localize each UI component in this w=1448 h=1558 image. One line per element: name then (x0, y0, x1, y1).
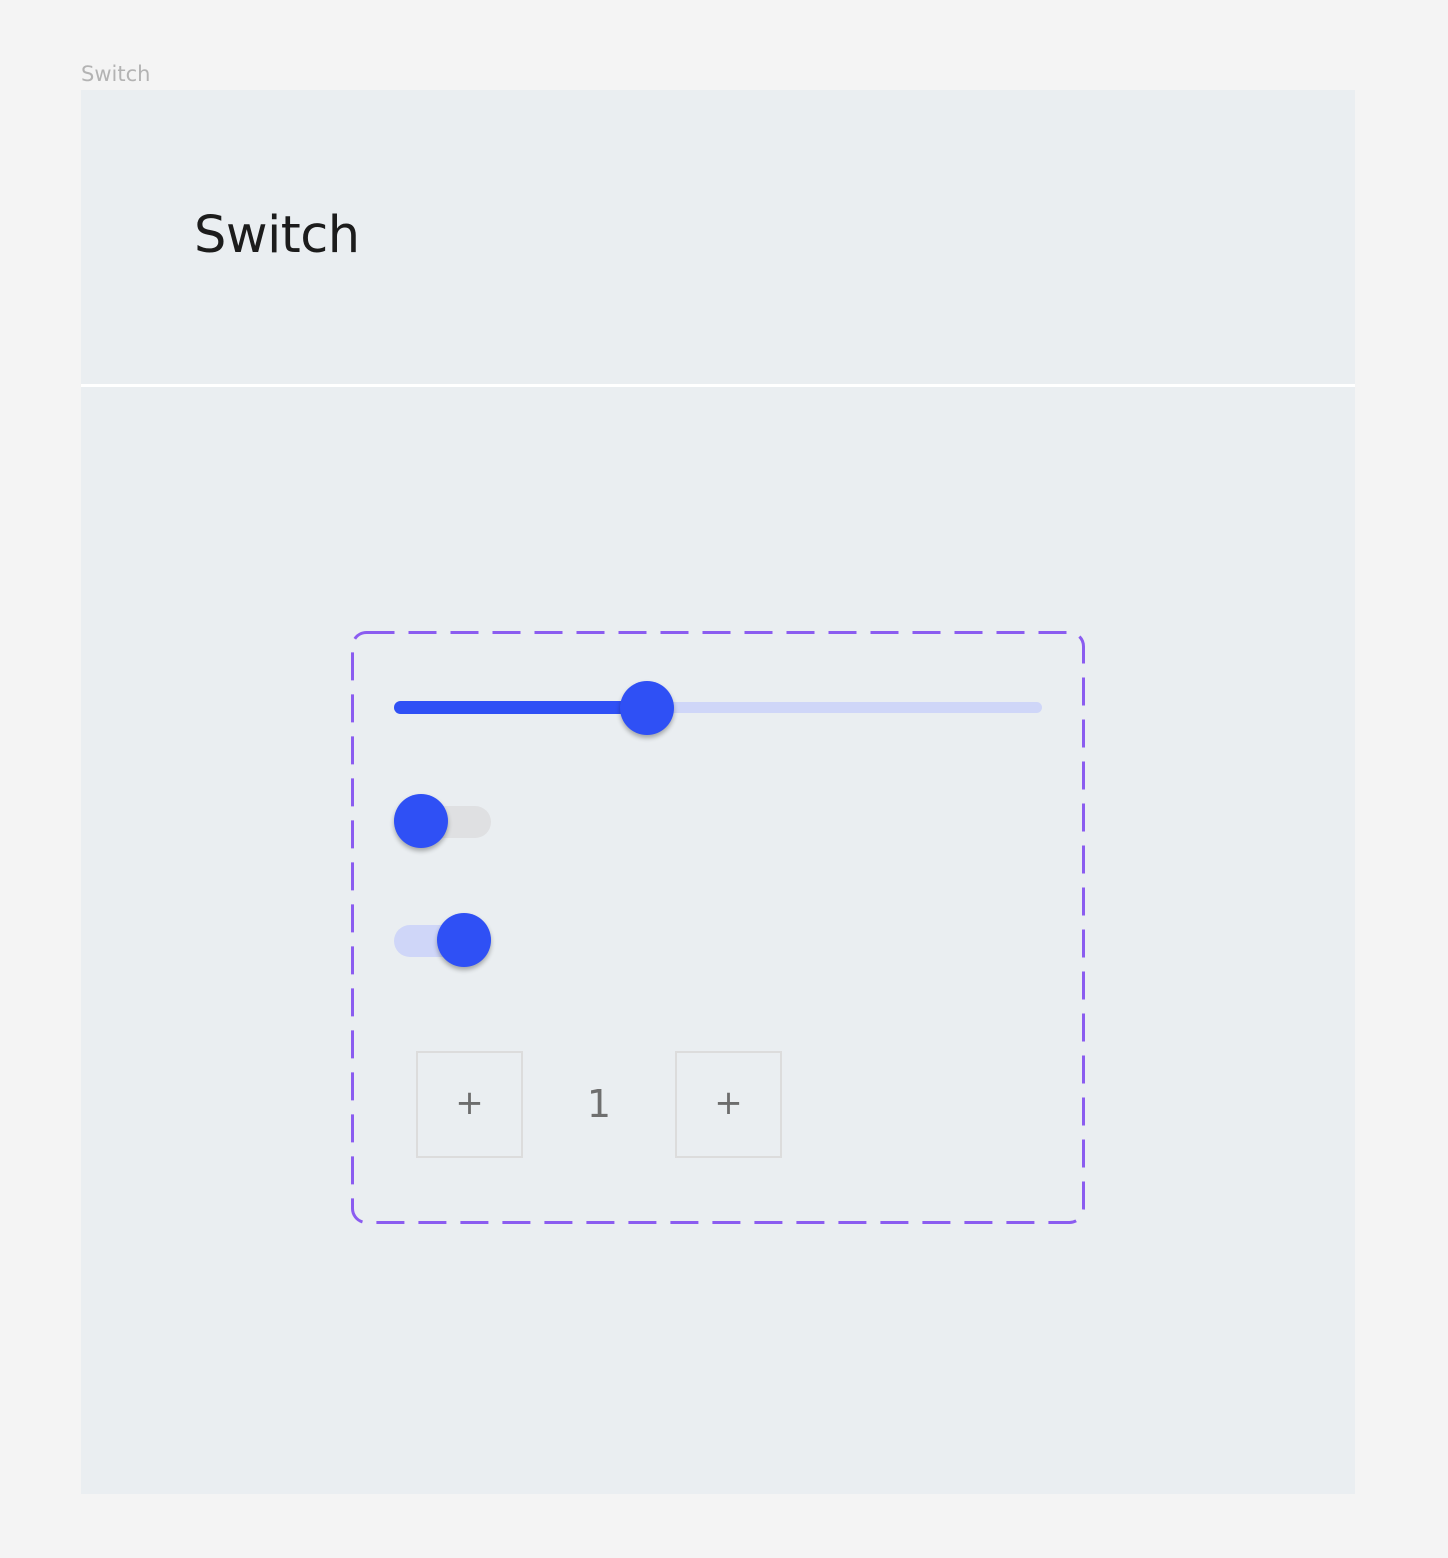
divider (81, 384, 1355, 387)
component-container: + 1 + (351, 631, 1085, 1224)
slider-fill (394, 701, 647, 714)
toggle-switch-off[interactable] (394, 794, 491, 850)
increment-button[interactable]: + (675, 1051, 782, 1158)
stepper-value: 1 (586, 1082, 612, 1126)
slider[interactable] (394, 681, 1042, 735)
toggle-knob[interactable] (394, 794, 448, 848)
frame-label: Switch (81, 62, 151, 86)
toggle-knob[interactable] (437, 913, 491, 967)
page-title: Switch (194, 206, 360, 265)
slider-thumb[interactable] (619, 681, 674, 735)
switch-frame: Switch + 1 + (81, 90, 1355, 1494)
quantity-stepper: + 1 + (416, 1051, 784, 1158)
header: Switch (81, 90, 1355, 384)
toggle-switch-on[interactable] (394, 913, 491, 969)
decrement-button[interactable]: + (416, 1051, 523, 1158)
